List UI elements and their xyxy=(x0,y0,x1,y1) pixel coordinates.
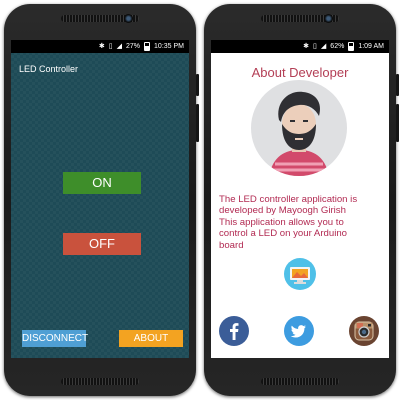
battery-percent: 62% xyxy=(330,43,345,50)
developer-avatar-icon xyxy=(251,80,347,176)
signal-icon: ◢ xyxy=(116,43,123,50)
app-title: LED Controller xyxy=(19,64,79,74)
battery-percent: 27% xyxy=(126,43,141,50)
volume-button xyxy=(396,104,399,142)
instagram-icon[interactable] xyxy=(349,316,379,346)
status-time: 1:09 AM xyxy=(358,43,384,50)
twitter-icon[interactable] xyxy=(284,316,314,346)
left-phone: ✱ ▯ ◢ 27% 10:35 PM LED Controller ON OFF… xyxy=(4,4,199,396)
about-developer-screen: ✱ ▯ ◢ 62% 1:09 AM About Developer The LE… xyxy=(211,40,389,358)
about-button[interactable]: ABOUT xyxy=(119,330,183,347)
disconnect-button[interactable]: DISCONNECT xyxy=(22,330,88,347)
battery-icon xyxy=(348,42,355,51)
status-bar: ✱ ▯ ◢ 62% 1:09 AM xyxy=(211,40,389,53)
right-phone: ✱ ▯ ◢ 62% 1:09 AM About Developer The LE… xyxy=(204,4,399,396)
signal-icon: ◢ xyxy=(320,43,327,50)
battery-icon xyxy=(144,42,151,51)
bluetooth-icon: ✱ xyxy=(98,43,105,50)
status-bar: ✱ ▯ ◢ 27% 10:35 PM xyxy=(11,40,189,53)
power-button xyxy=(396,74,399,96)
on-button[interactable]: ON xyxy=(63,172,141,194)
off-button[interactable]: OFF xyxy=(63,233,141,255)
front-camera xyxy=(124,14,133,23)
bluetooth-icon: ✱ xyxy=(303,43,310,50)
about-description: The LED controller application is develo… xyxy=(219,194,385,251)
about-line: control a LED on your Arduino xyxy=(219,228,347,240)
status-time: 10:35 PM xyxy=(154,43,184,50)
led-controller-screen: ✱ ▯ ◢ 27% 10:35 PM LED Controller ON OFF… xyxy=(11,40,189,358)
vibrate-icon: ▯ xyxy=(313,43,317,50)
about-line: developed by Mayoogh Girish xyxy=(219,205,346,217)
about-line: board xyxy=(219,239,244,251)
volume-button xyxy=(196,104,199,142)
about-line: This application allows you to xyxy=(219,216,344,228)
power-button xyxy=(196,74,199,96)
about-line: The LED controller application is xyxy=(219,194,358,205)
about-title: About Developer xyxy=(251,65,349,80)
tv-icon[interactable] xyxy=(284,258,316,295)
front-camera xyxy=(324,14,333,23)
bottom-speaker xyxy=(61,378,139,385)
vibrate-icon: ▯ xyxy=(108,43,113,50)
bottom-speaker xyxy=(261,378,339,385)
facebook-icon[interactable] xyxy=(219,316,249,346)
